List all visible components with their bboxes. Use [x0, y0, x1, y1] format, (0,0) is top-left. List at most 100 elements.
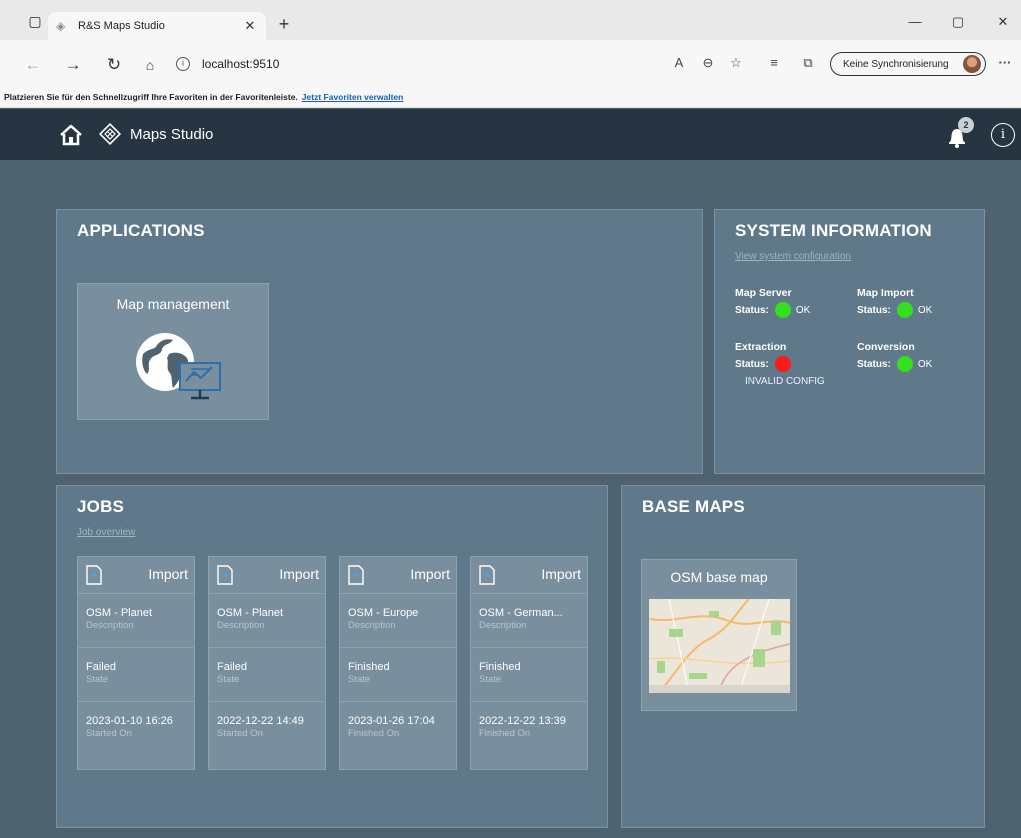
map-tile-label: OSM base map [670, 569, 768, 585]
job-type: Import [148, 566, 188, 582]
job-type: Import [279, 566, 319, 582]
job-description: OSM - German... [479, 607, 563, 619]
status-value: OK [917, 304, 933, 316]
view-system-configuration-link[interactable]: View system configuration [735, 251, 851, 262]
job-card[interactable]: Import OSM - Planet Description Failed Sta… [77, 556, 195, 770]
map-server-status: Map Server Status: OK [735, 287, 810, 318]
job-state-label: State [479, 674, 502, 685]
sync-profile-button[interactable]: Keine Synchronisierung [830, 52, 986, 76]
service-name: Conversion [857, 341, 915, 353]
info-icon[interactable]: i [991, 123, 1015, 147]
job-description-label: Description [86, 620, 134, 631]
favorite-star-icon[interactable]: ☆ [726, 55, 746, 71]
rs-logo-icon: ◈ [56, 19, 66, 33]
favorites-bar: Platzieren Sie für den Schnellzugriff Ih… [0, 88, 1021, 108]
app-title: Maps Studio [130, 126, 214, 143]
close-icon[interactable]: ✕ [242, 18, 258, 34]
forward-icon[interactable]: → [62, 54, 84, 76]
import-document-icon [86, 565, 102, 585]
system-information-panel: SYSTEM INFORMATION View system configura… [714, 209, 985, 474]
applications-title: APPLICATIONS [77, 221, 205, 240]
status-ok-icon [896, 302, 913, 318]
manage-favorites-link[interactable]: Jetzt Favoriten verwalten [302, 92, 404, 102]
tab-title: R&S Maps Studio [78, 20, 165, 32]
base-maps-panel: BASE MAPS OSM base map [621, 485, 985, 828]
map-management-tile[interactable]: Map management [77, 283, 269, 420]
avatar [963, 55, 981, 73]
import-document-icon [348, 565, 364, 585]
import-document-icon [217, 565, 233, 585]
job-description: OSM - Europe [348, 607, 419, 619]
job-type: Import [541, 566, 581, 582]
reload-icon[interactable]: ↻ [103, 54, 125, 76]
url-text: localhost:9510 [202, 57, 280, 71]
maximize-icon[interactable]: ▢ [948, 14, 968, 30]
job-overview-link[interactable]: Job overview [77, 527, 135, 538]
sync-label: Keine Synchronisierung [843, 58, 949, 70]
extraction-status: Extraction Status: INVALID CONFIG [735, 341, 825, 387]
read-aloud-icon[interactable]: A [669, 55, 689, 70]
job-state-label: State [217, 674, 240, 685]
home-browser-icon[interactable]: ⌂ [139, 54, 161, 76]
collections-icon[interactable]: ⧉ [798, 55, 818, 71]
job-date-label: Started On [86, 728, 132, 739]
job-state: Finished [479, 661, 521, 673]
home-icon[interactable] [58, 123, 84, 147]
job-state: Failed [86, 661, 116, 673]
map-thumbnail-icon [649, 599, 790, 693]
status-value: OK [795, 304, 811, 316]
status-label: Status: [735, 304, 769, 316]
site-info-icon[interactable]: i [176, 57, 190, 71]
job-state-label: State [86, 674, 109, 685]
map-import-status: Map Import Status: OK [857, 287, 932, 318]
job-description-label: Description [217, 620, 265, 631]
status-ok-icon [774, 302, 791, 318]
job-description-label: Description [479, 620, 527, 631]
globe-monitor-icon [136, 333, 221, 400]
more-icon[interactable]: ··· [995, 55, 1015, 70]
status-label: Status: [735, 358, 769, 370]
tab-actions-icon[interactable]: ▢ [22, 10, 48, 32]
job-date: 2023-01-10 16:26 [86, 715, 173, 727]
conversion-status: Conversion Status: OK [857, 341, 932, 372]
job-date: 2023-01-26 17:04 [348, 715, 435, 727]
import-document-icon [479, 565, 495, 585]
system-information-title: SYSTEM INFORMATION [735, 221, 932, 240]
status-error-icon [774, 356, 791, 372]
job-state-label: State [348, 674, 371, 685]
job-card[interactable]: Import OSM - Europe Description Finished S… [339, 556, 457, 770]
job-description: OSM - Planet [86, 607, 153, 619]
job-state: Finished [348, 661, 390, 673]
dashboard: APPLICATIONS Map management SYSTEM INFOR… [0, 160, 1021, 838]
service-name: Extraction [735, 341, 787, 353]
status-label: Status: [857, 304, 891, 316]
job-card[interactable]: Import OSM - German... Description Finish… [470, 556, 588, 770]
osm-base-map-tile[interactable]: OSM base map [641, 559, 797, 711]
base-maps-title: BASE MAPS [642, 497, 745, 516]
job-description: OSM - Planet [217, 607, 284, 619]
back-icon[interactable]: ← [22, 54, 44, 76]
job-state: Failed [217, 661, 247, 673]
job-description-label: Description [348, 620, 396, 631]
job-date-label: Started On [217, 728, 263, 739]
rs-logo-icon [98, 122, 122, 146]
browser-tab[interactable]: ◈ R&S Maps Studio ✕ [48, 12, 266, 40]
service-name: Map Server [735, 287, 792, 299]
notification-badge: 2 [958, 117, 974, 133]
favorites-list-icon[interactable]: ≡ [764, 55, 784, 70]
new-tab-icon[interactable]: + [274, 14, 294, 35]
job-date: 2022-12-22 14:49 [217, 715, 304, 727]
applications-panel: APPLICATIONS Map management [56, 209, 703, 474]
window-close-icon[interactable]: ✕ [993, 14, 1013, 30]
status-value: OK [917, 358, 933, 370]
browser-tab-bar: ▢ ◈ R&S Maps Studio ✕ + — ▢ ✕ [0, 0, 1021, 40]
app-header: Maps Studio 2 i [0, 109, 1021, 160]
status-ok-icon [896, 356, 913, 372]
minimize-icon[interactable]: — [905, 14, 925, 29]
job-card[interactable]: Import OSM - Planet Description Failed Sta… [208, 556, 326, 770]
jobs-panel: JOBS Job overview Import OSM - Planet Des… [56, 485, 608, 828]
address-bar-row: ← → ↻ ⌂ i localhost:9510 A ⊖ ☆ ≡ ⧉ Keine… [0, 40, 1021, 88]
zoom-icon[interactable]: ⊖ [698, 55, 718, 71]
app-tile-label: Map management [116, 296, 230, 312]
service-name: Map Import [857, 287, 914, 299]
